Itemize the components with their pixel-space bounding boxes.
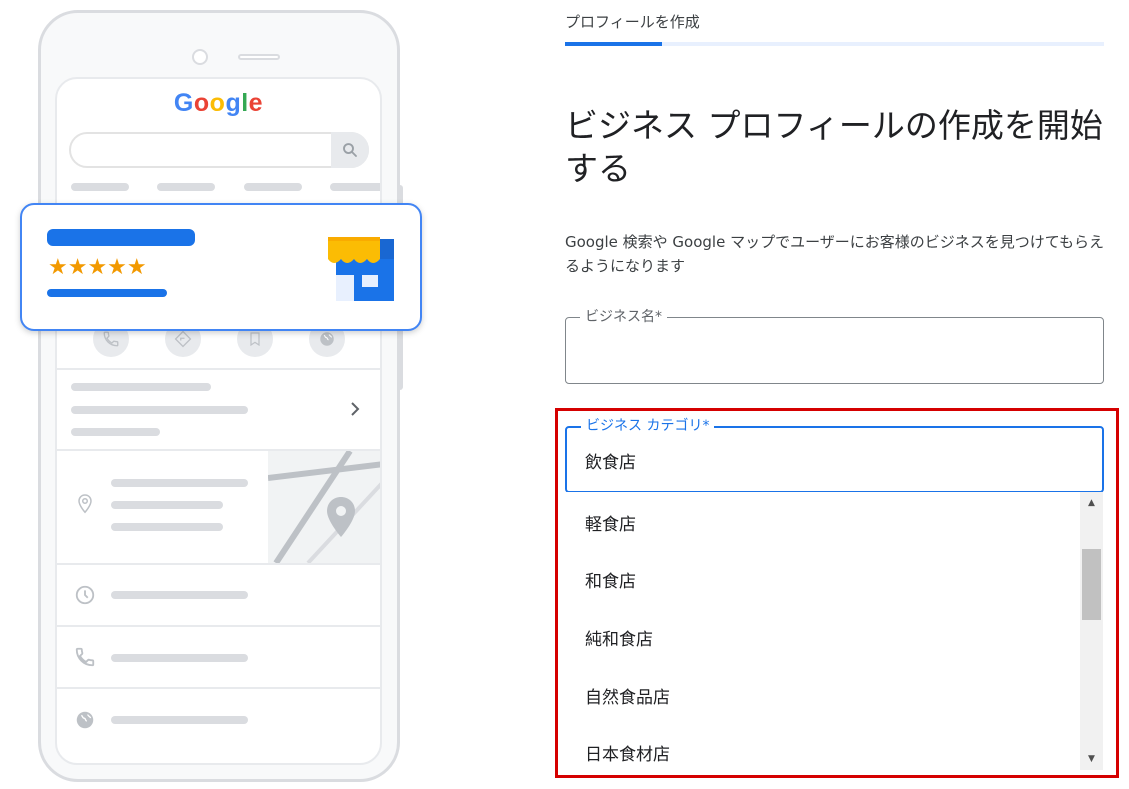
suggestion-item[interactable]: 自然食品店 [585,683,670,708]
business-category-field[interactable]: ビジネス カテゴリ* [565,417,1104,493]
placeholder-line [111,716,248,724]
page-description: Google 検索や Google マップでユーザーにお客様のビジネスを見つけて… [565,233,1105,275]
business-name-field[interactable]: ビジネス名* [565,308,1104,384]
placeholder-line [111,523,223,531]
placeholder-chip [330,183,380,191]
divider [57,625,380,627]
logo-letter: l [241,89,249,117]
suggestion-item[interactable]: 純和食店 [585,625,653,650]
google-logo: Google [57,89,380,118]
scroll-down-arrow-icon[interactable]: ▼ [1080,754,1103,764]
search-icon [331,132,369,168]
map-pin-icon [327,497,355,537]
phone-icon [74,646,96,672]
placeholder-chip [157,183,215,191]
divider [57,368,380,370]
scrollbar-thumb[interactable] [1082,549,1101,620]
placeholder-line [111,501,223,509]
scroll-up-arrow-icon[interactable]: ▲ [1080,498,1103,508]
logo-letter: o [209,89,226,117]
divider [57,687,380,689]
placeholder-line [111,479,248,487]
business-card-illustration: ★★★★★ [20,203,422,331]
business-category-input[interactable] [585,447,1085,473]
phone-camera [192,49,208,65]
logo-letter: o [193,89,210,117]
phone-screen: Google [55,77,382,765]
map-thumbnail [268,451,380,563]
placeholder-line [71,383,211,391]
business-category-label: ビジネス カテゴリ* [581,417,715,435]
placeholder-line [71,406,248,414]
placeholder-chip [244,183,302,191]
suggestion-item[interactable]: 日本食材店 [585,740,670,765]
logo-letter: g [225,89,242,117]
placeholder-line [71,428,160,436]
storefront-icon [322,233,396,305]
breadcrumb: プロフィールを作成 [565,13,700,31]
clock-icon [74,584,96,610]
placeholder-line [111,654,248,662]
illustration-search-bar [69,132,369,168]
business-name-input[interactable] [584,338,1084,364]
globe-icon [74,709,96,735]
placeholder-subtitle-bar [47,289,167,297]
logo-letter: e [248,89,264,117]
suggestion-scrollbar[interactable]: ▲ ▼ [1080,492,1103,770]
location-pin-icon [76,493,94,519]
placeholder-title-bar [47,229,195,246]
placeholder-chip [71,183,129,191]
progress-bar-fill [565,42,663,46]
progress-bar [565,42,1104,46]
category-suggestion-list: 軽食店 和食店 純和食店 自然食品店 日本食材店 [565,492,1105,770]
suggestion-item[interactable]: 和食店 [585,567,636,592]
suggestion-item[interactable]: 軽食店 [585,510,636,535]
phone-speaker [238,54,280,60]
logo-letter: G [173,89,194,117]
chevron-right-icon [349,401,361,421]
business-name-label: ビジネス名* [580,308,667,326]
placeholder-line [111,591,248,599]
page-title: ビジネス プロフィールの作成を開始する [565,106,1103,188]
divider [57,563,380,565]
star-rating: ★★★★★ [48,255,147,280]
